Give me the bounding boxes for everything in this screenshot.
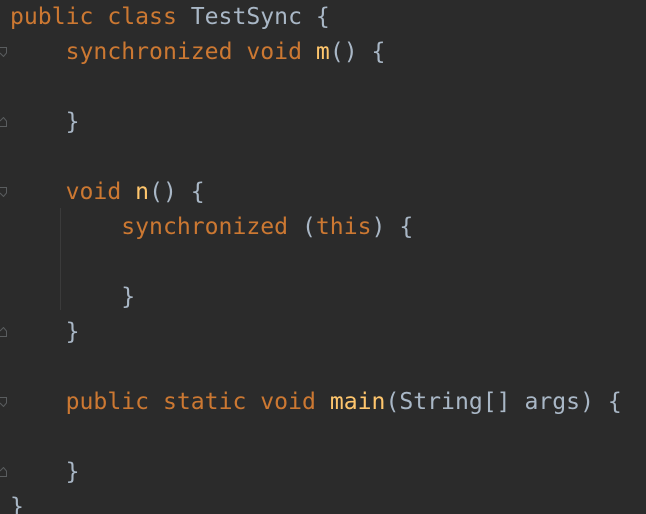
code-token: } (121, 284, 136, 310)
code-token: () { (149, 179, 205, 205)
keyword-token: synchronized (121, 214, 302, 240)
code-line[interactable]: } (10, 315, 80, 350)
keyword-token: void (246, 39, 316, 65)
code-editor[interactable]: public class TestSync { synchronized voi… (0, 0, 646, 514)
code-token: ) { (371, 214, 414, 240)
keyword-token: synchronized (65, 39, 247, 65)
code-line[interactable]: } (10, 280, 135, 315)
fold-open-icon[interactable] (0, 397, 7, 407)
code-token: (String[] args) { (385, 389, 622, 415)
function-name-token: m (315, 39, 330, 65)
keyword-token: public (65, 389, 163, 415)
code-line[interactable]: synchronized void m() { (10, 35, 386, 70)
fold-open-icon[interactable] (0, 187, 7, 197)
code-token: TestSync (190, 4, 316, 30)
code-token: } (10, 494, 24, 514)
code-line[interactable]: public static void main(String[] args) { (10, 385, 622, 420)
fold-close-icon[interactable] (0, 117, 7, 127)
keyword-token: public (10, 4, 108, 30)
code-token: ( (301, 214, 316, 240)
keyword-token: static (162, 389, 261, 415)
code-token: } (65, 459, 80, 485)
code-line[interactable]: } (10, 490, 24, 514)
function-name-token: n (135, 179, 150, 205)
code-token: () { (329, 39, 386, 65)
keyword-token: this (315, 214, 372, 240)
keyword-token: void (260, 389, 330, 415)
code-line[interactable]: synchronized (this) { (10, 210, 413, 245)
code-line[interactable]: void n() { (10, 175, 205, 210)
fold-close-icon[interactable] (0, 467, 7, 477)
code-line[interactable]: } (10, 455, 80, 490)
code-token: { (315, 4, 330, 30)
code-line[interactable]: public class TestSync { (10, 0, 330, 35)
keyword-token: class (107, 4, 191, 30)
fold-open-icon[interactable] (0, 47, 7, 57)
keyword-token: void (65, 179, 136, 205)
code-token: } (65, 109, 80, 135)
code-token: } (65, 319, 80, 345)
code-line[interactable]: } (10, 105, 80, 140)
function-name-token: main (329, 389, 386, 415)
fold-close-icon[interactable] (0, 327, 7, 337)
